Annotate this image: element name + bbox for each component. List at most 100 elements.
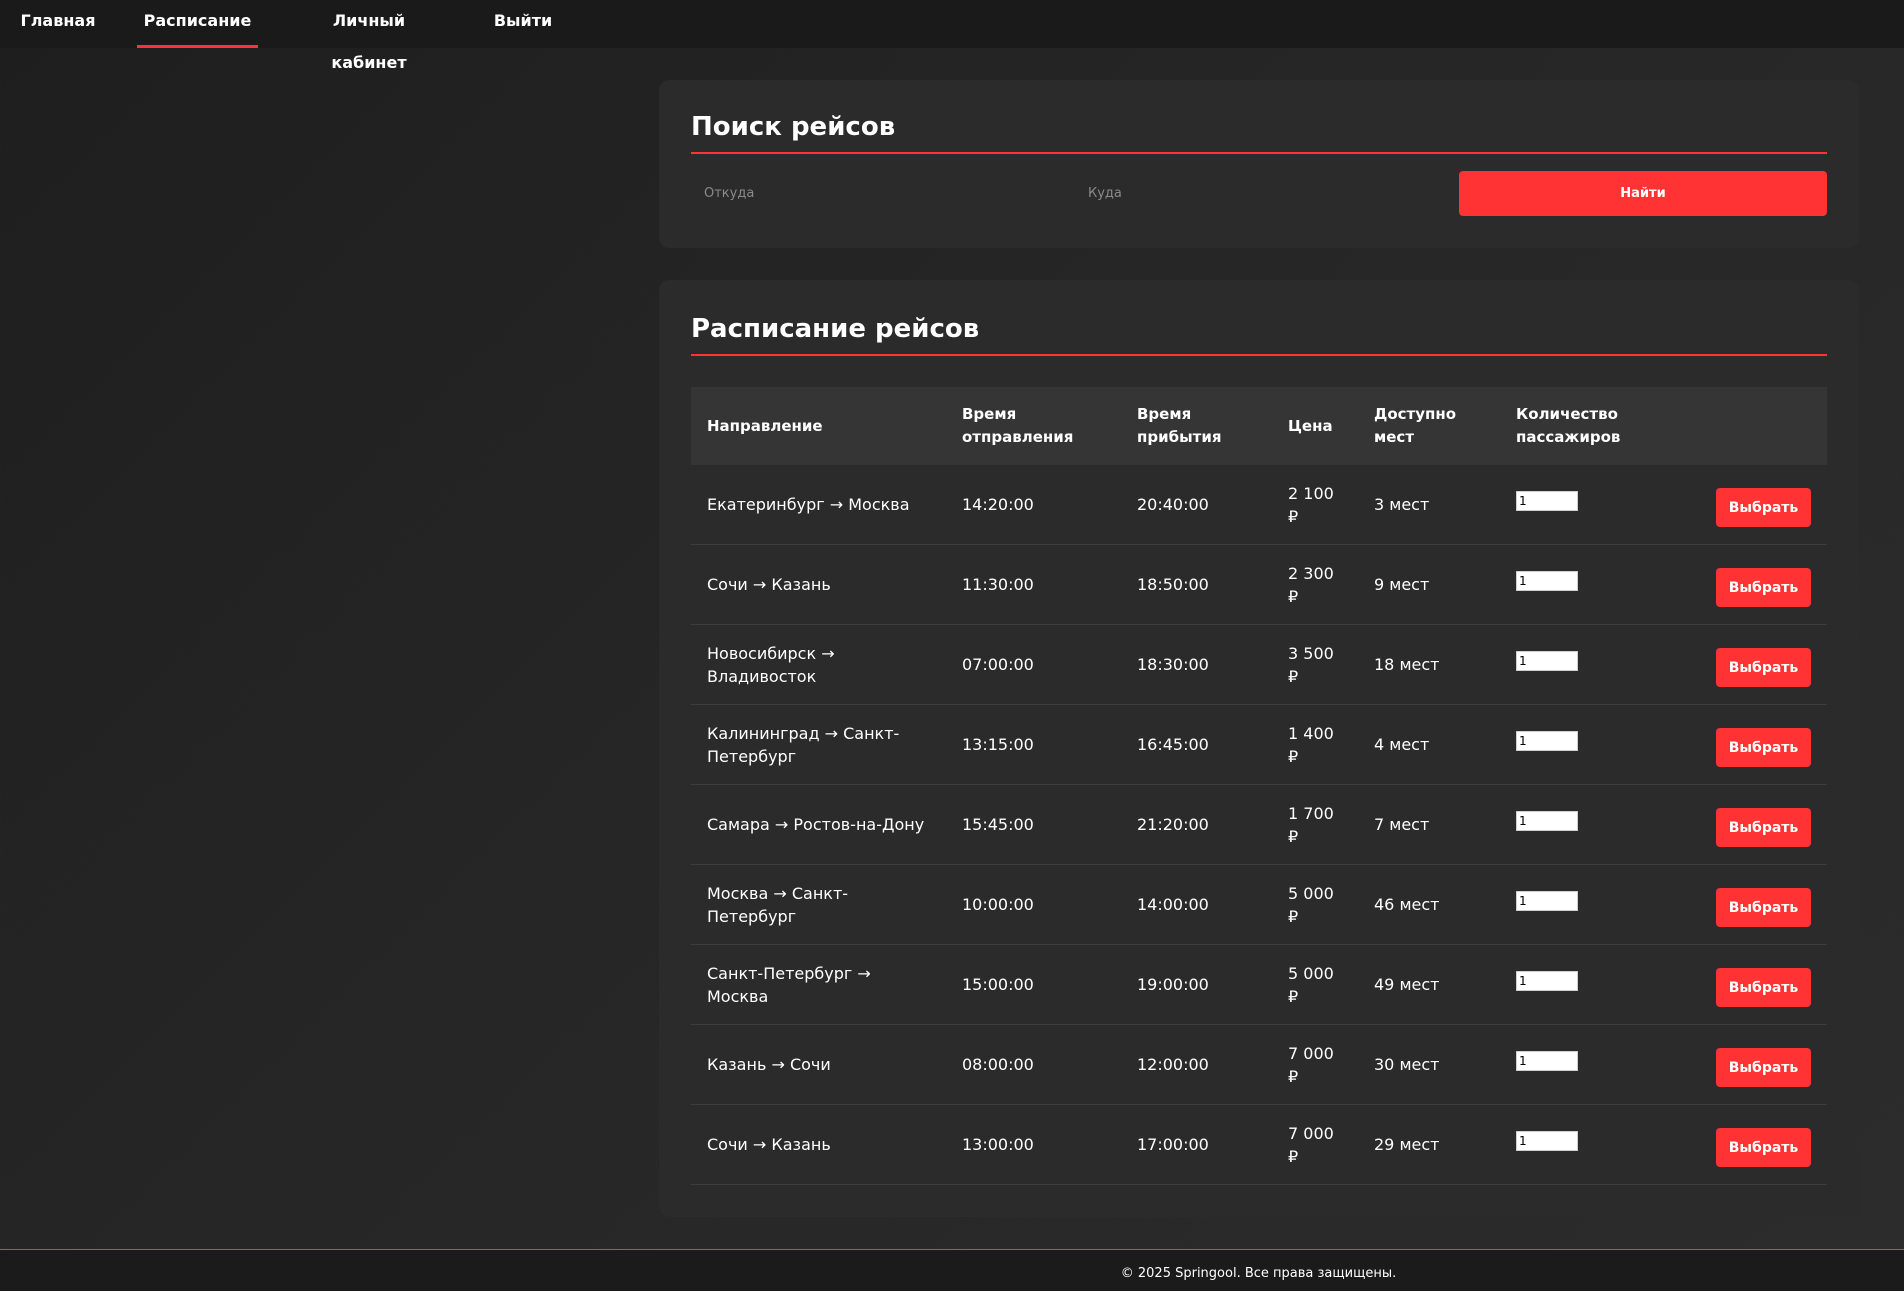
seats-cell: 18 мест (1358, 624, 1500, 705)
arrival-cell: 16:45:00 (1121, 704, 1272, 785)
departure-cell: 15:00:00 (946, 944, 1121, 1025)
route-cell: Сочи → Казань (691, 544, 946, 625)
header-seats: Доступно мест (1358, 387, 1500, 465)
nav-item-account[interactable]: Личный кабинет (296, 0, 442, 72)
seats-cell: 49 мест (1358, 944, 1500, 1025)
arrival-cell: 12:00:00 (1121, 1024, 1272, 1105)
passenger-count-input[interactable] (1516, 490, 1578, 511)
passengers-cell (1500, 784, 1650, 865)
arrival-cell: 19:00:00 (1121, 944, 1272, 1025)
table-row: Самара → Ростов-на-Дону 15:45:00 21:20:0… (691, 784, 1827, 865)
seats-cell: 3 мест (1358, 465, 1500, 545)
select-button[interactable]: Выбрать (1716, 648, 1811, 687)
schedule-title: Расписание рейсов (691, 312, 1827, 356)
passenger-count-input[interactable] (1516, 570, 1578, 591)
header-route: Направление (691, 387, 946, 465)
schedule-table: Направление Время отправления Время приб… (691, 387, 1827, 1185)
seats-cell: 29 мест (1358, 1104, 1500, 1185)
action-cell: Выбрать (1650, 944, 1827, 1025)
header-price: Цена (1272, 387, 1358, 465)
departure-cell: 10:00:00 (946, 864, 1121, 945)
find-button[interactable]: Найти (1459, 171, 1827, 216)
passengers-cell (1500, 465, 1650, 545)
departure-cell: 15:45:00 (946, 784, 1121, 865)
passengers-cell (1500, 1024, 1650, 1105)
passengers-cell (1500, 1104, 1650, 1185)
seats-cell: 30 мест (1358, 1024, 1500, 1105)
select-button[interactable]: Выбрать (1716, 808, 1811, 847)
route-cell: Самара → Ростов-на-Дону (691, 784, 946, 865)
passenger-count-input[interactable] (1516, 810, 1578, 831)
from-input[interactable] (691, 170, 1075, 216)
passengers-cell (1500, 624, 1650, 705)
passengers-cell (1500, 944, 1650, 1025)
select-button[interactable]: Выбрать (1716, 968, 1811, 1007)
nav-item-logout[interactable]: Выйти (482, 0, 564, 45)
departure-cell: 11:30:00 (946, 544, 1121, 625)
action-cell: Выбрать (1650, 1024, 1827, 1105)
route-cell: Казань → Сочи (691, 1024, 946, 1105)
passengers-cell (1500, 704, 1650, 785)
passengers-cell (1500, 544, 1650, 625)
select-button[interactable]: Выбрать (1716, 728, 1811, 767)
select-button[interactable]: Выбрать (1716, 888, 1811, 927)
route-cell: Москва → Санкт-Петербург (691, 864, 946, 945)
action-cell: Выбрать (1650, 1104, 1827, 1185)
arrival-cell: 18:50:00 (1121, 544, 1272, 625)
header-action (1650, 387, 1827, 465)
passenger-count-input[interactable] (1516, 890, 1578, 911)
departure-cell: 13:00:00 (946, 1104, 1121, 1185)
action-cell: Выбрать (1650, 704, 1827, 785)
route-cell: Санкт-Петербург → Москва (691, 944, 946, 1025)
action-cell: Выбрать (1650, 544, 1827, 625)
table-row: Казань → Сочи 08:00:00 12:00:00 7 000 ₽ … (691, 1024, 1827, 1105)
passenger-count-input[interactable] (1516, 1130, 1578, 1151)
header-departure: Время отправления (946, 387, 1121, 465)
passenger-count-input[interactable] (1516, 970, 1578, 991)
action-cell: Выбрать (1650, 624, 1827, 705)
price-cell: 7 000 ₽ (1272, 1024, 1358, 1105)
route-cell: Новосибирск → Владивосток (691, 624, 946, 705)
price-cell: 5 000 ₽ (1272, 864, 1358, 945)
departure-cell: 13:15:00 (946, 704, 1121, 785)
select-button[interactable]: Выбрать (1716, 568, 1811, 607)
header-passengers: Количество пассажиров (1500, 387, 1650, 465)
price-cell: 1 700 ₽ (1272, 784, 1358, 865)
nav-item-home[interactable]: Главная (12, 0, 104, 45)
to-input[interactable] (1075, 170, 1459, 216)
departure-cell: 14:20:00 (946, 465, 1121, 545)
passenger-count-input[interactable] (1516, 650, 1578, 671)
table-row: Екатеринбург → Москва 14:20:00 20:40:00 … (691, 465, 1827, 545)
passenger-count-input[interactable] (1516, 730, 1578, 751)
action-cell: Выбрать (1650, 784, 1827, 865)
price-cell: 2 300 ₽ (1272, 544, 1358, 625)
departure-cell: 08:00:00 (946, 1024, 1121, 1105)
route-cell: Калининград → Санкт-Петербург (691, 704, 946, 785)
footer: © 2025 Springool. Все права защищены. (0, 1249, 1904, 1291)
select-button[interactable]: Выбрать (1716, 488, 1811, 527)
select-button[interactable]: Выбрать (1716, 1048, 1811, 1087)
table-header-row: Направление Время отправления Время приб… (691, 387, 1827, 465)
price-cell: 5 000 ₽ (1272, 944, 1358, 1025)
price-cell: 1 400 ₽ (1272, 704, 1358, 785)
table-row: Сочи → Казань 11:30:00 18:50:00 2 300 ₽ … (691, 544, 1827, 625)
nav-item-schedule[interactable]: Расписание (137, 0, 258, 48)
route-cell: Екатеринбург → Москва (691, 465, 946, 545)
arrival-cell: 21:20:00 (1121, 784, 1272, 865)
table-row: Москва → Санкт-Петербург 10:00:00 14:00:… (691, 864, 1827, 945)
passenger-count-input[interactable] (1516, 1050, 1578, 1071)
arrival-cell: 17:00:00 (1121, 1104, 1272, 1185)
table-row: Санкт-Петербург → Москва 15:00:00 19:00:… (691, 944, 1827, 1025)
seats-cell: 46 мест (1358, 864, 1500, 945)
action-cell: Выбрать (1650, 864, 1827, 945)
departure-cell: 07:00:00 (946, 624, 1121, 705)
header-arrival: Время прибытия (1121, 387, 1272, 465)
table-row: Сочи → Казань 13:00:00 17:00:00 7 000 ₽ … (691, 1104, 1827, 1185)
seats-cell: 9 мест (1358, 544, 1500, 625)
passengers-cell (1500, 864, 1650, 945)
select-button[interactable]: Выбрать (1716, 1128, 1811, 1167)
arrival-cell: 20:40:00 (1121, 465, 1272, 545)
seats-cell: 7 мест (1358, 784, 1500, 865)
footer-copyright: © 2025 Springool. Все права защищены. (1120, 1266, 1397, 1281)
search-card: Поиск рейсов (659, 80, 1859, 248)
